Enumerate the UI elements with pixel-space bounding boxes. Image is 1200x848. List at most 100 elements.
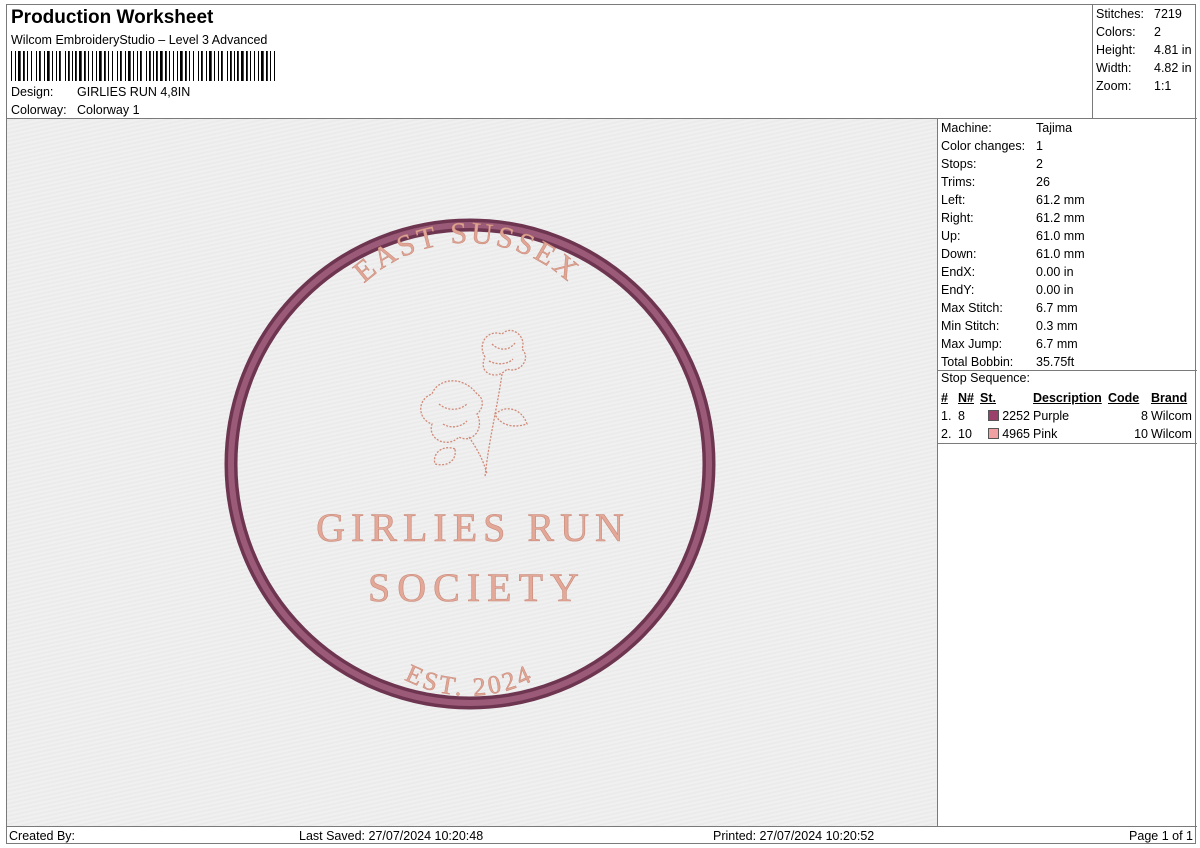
colorway-row: Colorway: Colorway 1: [11, 103, 140, 117]
design-canvas[interactable]: EAST SUSSEX GIRLIES RUN SOCIETY EST. 202…: [7, 119, 938, 826]
machine-label: Total Bobbin:: [941, 355, 1014, 369]
machine-label: Max Stitch:: [941, 301, 1003, 315]
row-code: 8: [1141, 409, 1148, 423]
col-code-header: Code: [1108, 391, 1140, 405]
machine-label: Up:: [941, 229, 961, 243]
machine-value: 61.2 mm: [1036, 211, 1085, 225]
row-desc: Pink: [1033, 427, 1058, 441]
machine-row: Trims: 26: [941, 175, 1050, 189]
stat-value: 7219: [1154, 7, 1182, 21]
row-brand: Wilcom: [1151, 409, 1192, 423]
table-header-row: # N# St. Description Code Brand: [941, 389, 1195, 407]
embroidery-design: EAST SUSSEX GIRLIES RUN SOCIETY EST. 202…: [224, 216, 716, 710]
machine-value: 0.00 in: [1036, 265, 1074, 279]
machine-value: 61.2 mm: [1036, 193, 1085, 207]
created-by: Created By:: [9, 829, 76, 843]
table-row[interactable]: 2. 10 4965 Pink 10 Wilcom: [941, 425, 1195, 443]
stat-label: Colors:: [1096, 25, 1136, 39]
design-row: Design: GIRLIES RUN 4,8IN: [11, 85, 190, 99]
stat-value: 1:1: [1154, 79, 1172, 93]
row-brand: Wilcom: [1151, 427, 1192, 441]
machine-value: 6.7 mm: [1036, 337, 1078, 351]
machine-value: Tajima: [1036, 121, 1073, 135]
stat-value: 4.82 in: [1154, 61, 1192, 75]
machine-label: Left:: [941, 193, 966, 207]
row-num: 2.: [941, 427, 952, 441]
machine-row: Machine: Tajima: [941, 121, 1072, 135]
machine-row: Total Bobbin: 35.75ft: [941, 355, 1074, 369]
machine-row: Color changes: 1: [941, 139, 1043, 153]
table-row[interactable]: 1. 8 2252 Purple 8 Wilcom: [941, 407, 1195, 425]
stop-sequence-title: Stop Sequence:: [941, 371, 1030, 385]
stat-label: Stitches:: [1096, 7, 1144, 21]
color-swatch: [987, 428, 999, 439]
worksheet-header: Production Worksheet Wilcom EmbroiderySt…: [7, 5, 1092, 119]
page-number: Page 1 of 1: [1129, 829, 1193, 843]
design-label: Design:: [11, 85, 54, 99]
machine-label: EndX:: [941, 265, 976, 279]
last-saved: Last Saved: 27/07/2024 10:20:48: [299, 829, 484, 843]
col-st-header: St.: [980, 391, 996, 405]
machine-label: Stops:: [941, 157, 977, 171]
worksheet-frame: Production Worksheet Wilcom EmbroiderySt…: [6, 4, 1197, 845]
outer-ring-highlight: [228, 222, 712, 706]
stat-height: Height: 4.81 in: [1096, 43, 1192, 57]
worksheet-footer: Created By: Last Saved: 27/07/2024 10:20…: [7, 826, 1197, 845]
machine-value: 35.75ft: [1036, 355, 1075, 369]
machine-label: Trims:: [941, 175, 976, 189]
machine-row: Up: 61.0 mm: [941, 229, 1085, 243]
top-text: EAST SUSSEX: [347, 216, 584, 289]
software-name: Wilcom EmbroideryStudio – Level 3 Advanc…: [11, 33, 268, 47]
row-st: 4965: [1002, 427, 1030, 441]
machine-row: Right: 61.2 mm: [941, 211, 1085, 225]
machine-label: Min Stitch:: [941, 319, 1000, 333]
machine-value: 61.0 mm: [1036, 229, 1085, 243]
col-brand-header: Brand: [1151, 391, 1188, 405]
machine-label: Max Jump:: [941, 337, 1003, 351]
colorway-value: Colorway 1: [77, 103, 140, 117]
stat-value: 4.81 in: [1154, 43, 1192, 57]
machine-value: 0.00 in: [1036, 283, 1074, 297]
page-title: Production Worksheet: [11, 7, 214, 28]
machine-row: Min Stitch: 0.3 mm: [941, 319, 1078, 333]
stat-width: Width: 4.82 in: [1096, 61, 1192, 75]
machine-label: Right:: [941, 211, 974, 225]
row-num: 1.: [941, 409, 952, 423]
machine-value: 26: [1036, 175, 1050, 189]
main-text-line2: SOCIETY: [368, 565, 586, 610]
divider: [938, 443, 1197, 444]
machine-row: Down: 61.0 mm: [941, 247, 1085, 261]
machine-label: EndY:: [941, 283, 975, 297]
row-st-cell: 2252: [980, 407, 1030, 425]
stat-colors: Colors: 2: [1096, 25, 1161, 39]
main-text-line1: GIRLIES RUN: [316, 505, 630, 550]
machine-row: Max Jump: 6.7 mm: [941, 337, 1078, 351]
stat-label: Width:: [1096, 61, 1132, 75]
row-st: 2252: [1002, 409, 1030, 423]
col-num-header: #: [941, 391, 948, 405]
machine-value: 61.0 mm: [1036, 247, 1085, 261]
machine-label: Color changes:: [941, 139, 1026, 153]
barcode: [11, 51, 275, 81]
machine-row: EndY: 0.00 in: [941, 283, 1074, 297]
stop-sequence-table: # N# St. Description Code Brand 1. 8 225…: [941, 389, 1195, 443]
color-swatch: [987, 410, 999, 421]
stat-stitches: Stitches: 7219: [1096, 7, 1182, 21]
stats-panel: Stitches: 7219 Colors: 2 Height: 4.81 in Wi…: [1092, 5, 1197, 119]
machine-row: Max Stitch: 6.7 mm: [941, 301, 1078, 315]
machine-label: Machine:: [941, 121, 992, 135]
machine-value: 2: [1036, 157, 1043, 171]
stat-label: Height:: [1096, 43, 1136, 57]
col-n-header: N#: [958, 391, 974, 405]
arc-text-top: EAST SUSSEX: [347, 217, 586, 289]
machine-panel: Machine: Tajima Color changes: 1 Stops: 2 T…: [938, 119, 1197, 826]
printed-date: Printed: 27/07/2024 10:20:52: [713, 829, 875, 843]
machine-value: 1: [1036, 139, 1043, 153]
stat-zoom: Zoom: 1:1: [1096, 79, 1171, 93]
row-n: 8: [958, 409, 965, 423]
machine-row: Left: 61.2 mm: [941, 193, 1085, 207]
flower-icon: [420, 329, 528, 478]
design-value: GIRLIES RUN 4,8IN: [77, 85, 191, 99]
machine-value: 0.3 mm: [1036, 319, 1078, 333]
row-code: 10: [1134, 427, 1148, 441]
